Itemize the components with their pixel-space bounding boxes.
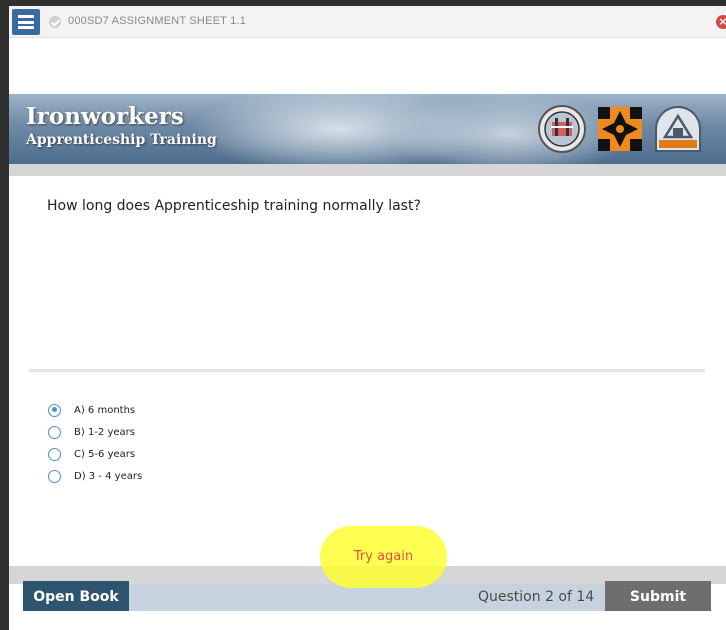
footer-bar: Open Book Question 2 of 14 Submit xyxy=(23,581,711,612)
divider xyxy=(29,369,705,372)
option-b[interactable]: B) 1-2 years xyxy=(48,421,142,443)
submit-button[interactable]: Submit xyxy=(605,581,711,612)
assignment-window: 000SD7 ASSIGNMENT SHEET 1.1 × Ironworker… xyxy=(9,6,726,630)
radio-c[interactable] xyxy=(48,447,61,461)
close-icon[interactable]: × xyxy=(716,15,726,29)
option-d[interactable]: D) 3 - 4 years xyxy=(48,465,142,487)
radio-a-selected[interactable] xyxy=(48,403,61,417)
content-top-strip xyxy=(9,164,726,176)
option-a-label: A) 6 months xyxy=(74,404,136,416)
question-text: How long does Apprenticeship training no… xyxy=(47,198,421,214)
try-again-text: Try again xyxy=(353,549,414,564)
option-a[interactable]: A) 6 months xyxy=(48,399,142,421)
option-c[interactable]: C) 5-6 years xyxy=(48,443,142,465)
try-again-feedback: Try again xyxy=(320,526,447,588)
question-progress: Question 2 of 14 xyxy=(478,589,595,605)
banner-subtitle: Apprenticeship Training xyxy=(26,132,217,148)
ironworkers-seal-logo-icon xyxy=(538,105,586,153)
bottom-margin xyxy=(9,611,726,630)
option-d-label: D) 3 - 4 years xyxy=(74,470,143,482)
radio-d[interactable] xyxy=(48,469,61,483)
impact-logo-icon xyxy=(655,105,701,152)
open-book-button[interactable]: Open Book xyxy=(23,581,129,612)
radio-b[interactable] xyxy=(48,425,61,439)
option-c-label: C) 5-6 years xyxy=(74,448,136,460)
check-circle-icon xyxy=(49,16,61,28)
option-b-label: B) 1-2 years xyxy=(74,426,135,438)
answer-options: A) 6 months B) 1-2 years C) 5-6 years D)… xyxy=(48,399,142,487)
banner-title: Ironworkers xyxy=(26,103,184,130)
orange-cross-logo-icon xyxy=(598,107,642,151)
question-card: How long does Apprenticeship training no… xyxy=(23,176,711,566)
window-title: 000SD7 ASSIGNMENT SHEET 1.1 xyxy=(68,15,247,27)
ironworkers-banner: Ironworkers Apprenticeship Training xyxy=(9,94,726,164)
hamburger-menu-icon[interactable] xyxy=(12,9,40,35)
title-bar: 000SD7 ASSIGNMENT SHEET 1.1 × xyxy=(9,6,726,38)
